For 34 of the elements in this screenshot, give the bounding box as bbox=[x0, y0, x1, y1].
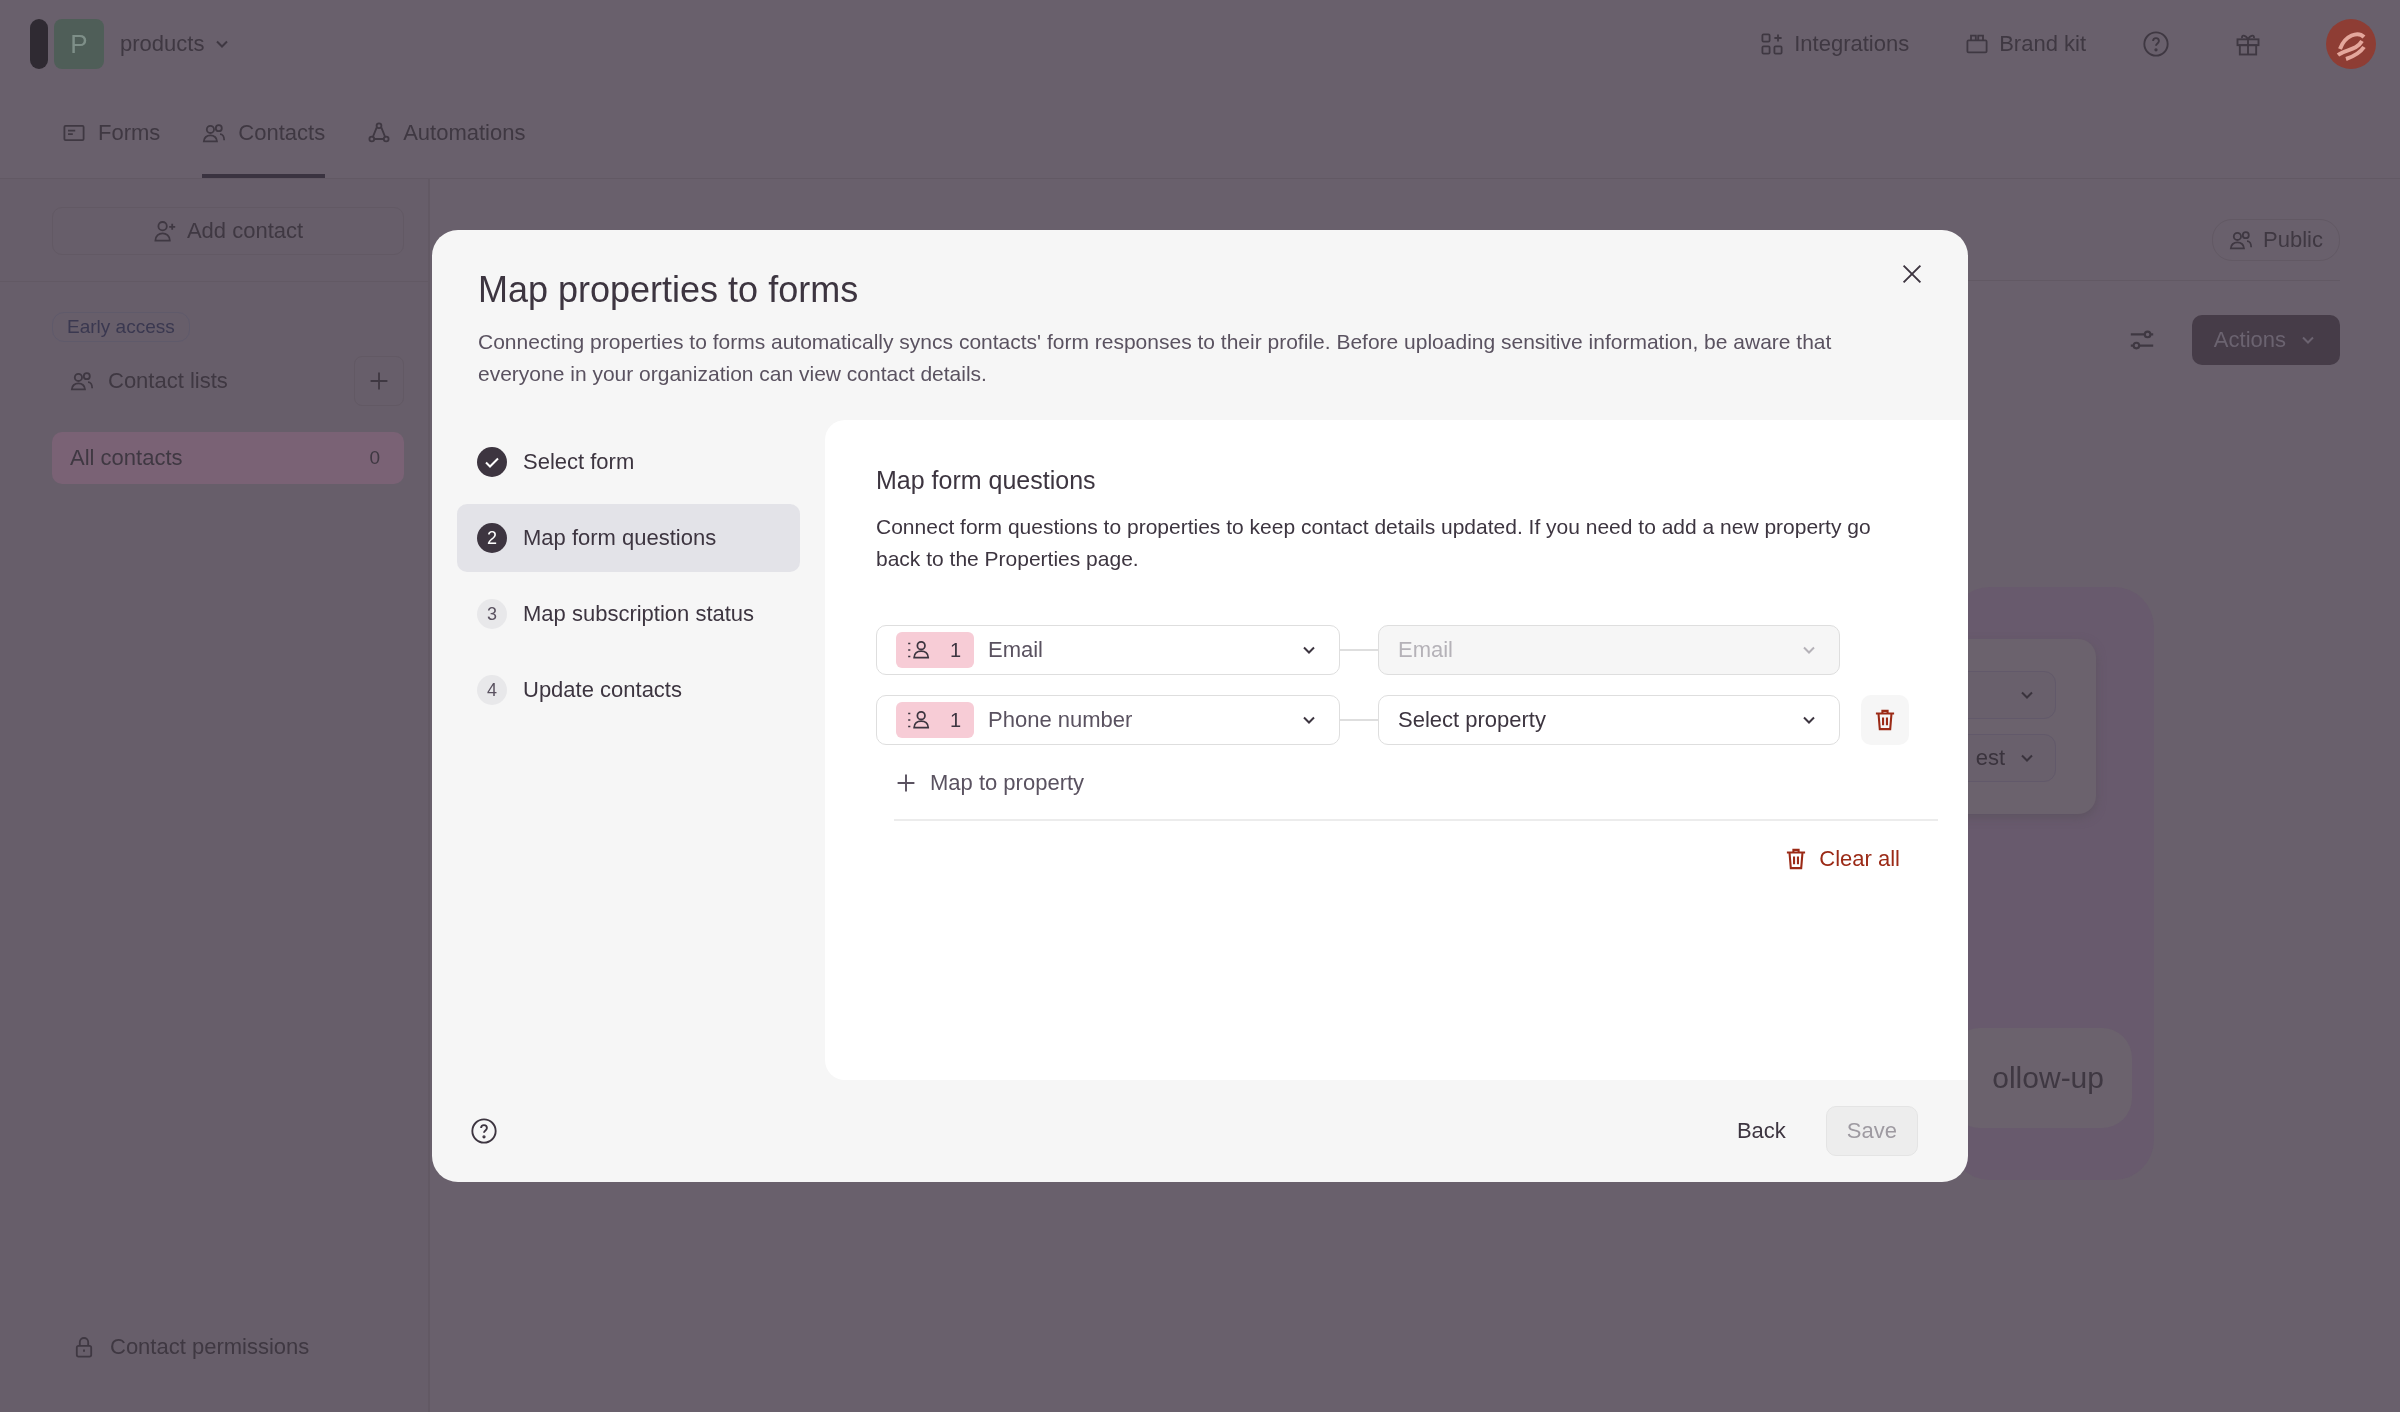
clear-all-button[interactable]: Clear all bbox=[1783, 840, 1900, 877]
check-icon bbox=[477, 447, 507, 477]
people-icon bbox=[202, 121, 227, 145]
modal-title: Map properties to forms bbox=[478, 272, 859, 308]
modal-description: Connecting properties to forms automatically syncs contacts' form responses to their profile. Before uploading sensitive information, be aware that everyone in your organization can view contact details. bbox=[478, 329, 1833, 387]
people-icon bbox=[2229, 228, 2254, 252]
property-select[interactable]: Select property bbox=[1378, 695, 1840, 745]
step-item[interactable]: 4 Update contacts bbox=[457, 656, 800, 724]
grid-icon bbox=[1760, 32, 1785, 56]
delete-button[interactable] bbox=[1861, 695, 1909, 745]
person-list-icon bbox=[906, 709, 932, 731]
list-name: All contacts bbox=[70, 445, 183, 471]
question-badge: 1 bbox=[896, 702, 974, 738]
section-description: Connect form questions to properties to keep contact details updated. If you need to add a new property go back to the Properties page. bbox=[876, 514, 1872, 572]
step-item[interactable]: Select form bbox=[457, 428, 800, 496]
people-icon bbox=[70, 369, 94, 393]
person-list-icon bbox=[906, 639, 932, 661]
kit-icon bbox=[1965, 32, 1990, 56]
question-select[interactable]: 1 Email bbox=[876, 625, 1340, 675]
step-item[interactable]: 2 Map form questions bbox=[457, 504, 800, 572]
close-icon[interactable] bbox=[1900, 262, 1924, 286]
network-icon bbox=[367, 121, 392, 145]
step-item[interactable]: 3 Map subscription status bbox=[457, 580, 800, 648]
question-select[interactable]: 1 Phone number bbox=[876, 695, 1340, 745]
add-mapping-button[interactable]: Map to property bbox=[894, 765, 1085, 801]
question-badge: 1 bbox=[896, 632, 974, 668]
workspace-handle bbox=[30, 19, 48, 69]
help-icon[interactable] bbox=[470, 1117, 498, 1145]
section-title: Map form questions bbox=[876, 466, 1096, 495]
user-avatar[interactable] bbox=[2326, 19, 2376, 69]
back-button[interactable]: Back bbox=[1722, 1106, 1800, 1156]
add-person-icon bbox=[152, 219, 177, 243]
list-count: 0 bbox=[369, 447, 380, 469]
contact-list-item[interactable]: All contacts 0 bbox=[52, 432, 404, 484]
